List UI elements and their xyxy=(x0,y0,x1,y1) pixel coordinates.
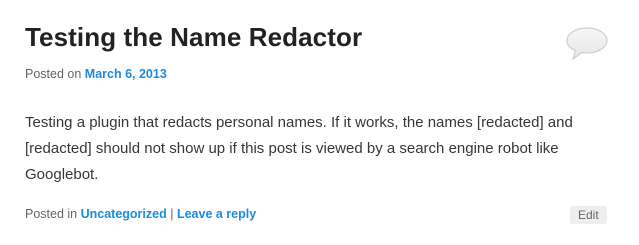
post-title[interactable]: Testing the Name Redactor xyxy=(25,22,362,53)
posted-on-label: Posted on xyxy=(25,67,82,81)
category-link[interactable]: Uncategorized xyxy=(81,207,167,221)
posted-in-label: Posted in xyxy=(25,207,78,221)
post-meta: Posted on March 6, 2013 xyxy=(25,67,167,81)
comments-link[interactable] xyxy=(565,26,609,62)
leave-reply-link[interactable]: Leave a reply xyxy=(177,207,256,221)
post-footer: Posted in Uncategorized | Leave a reply xyxy=(25,207,256,221)
post-date-link[interactable]: March 6, 2013 xyxy=(85,67,167,81)
blog-post: Testing the Name Redactor Posted on Marc… xyxy=(0,0,639,245)
post-content: Testing a plugin that redacts personal n… xyxy=(25,114,573,183)
edit-button[interactable]: Edit xyxy=(570,206,607,224)
speech-bubble-icon xyxy=(566,27,608,61)
footer-separator: | xyxy=(170,207,174,221)
